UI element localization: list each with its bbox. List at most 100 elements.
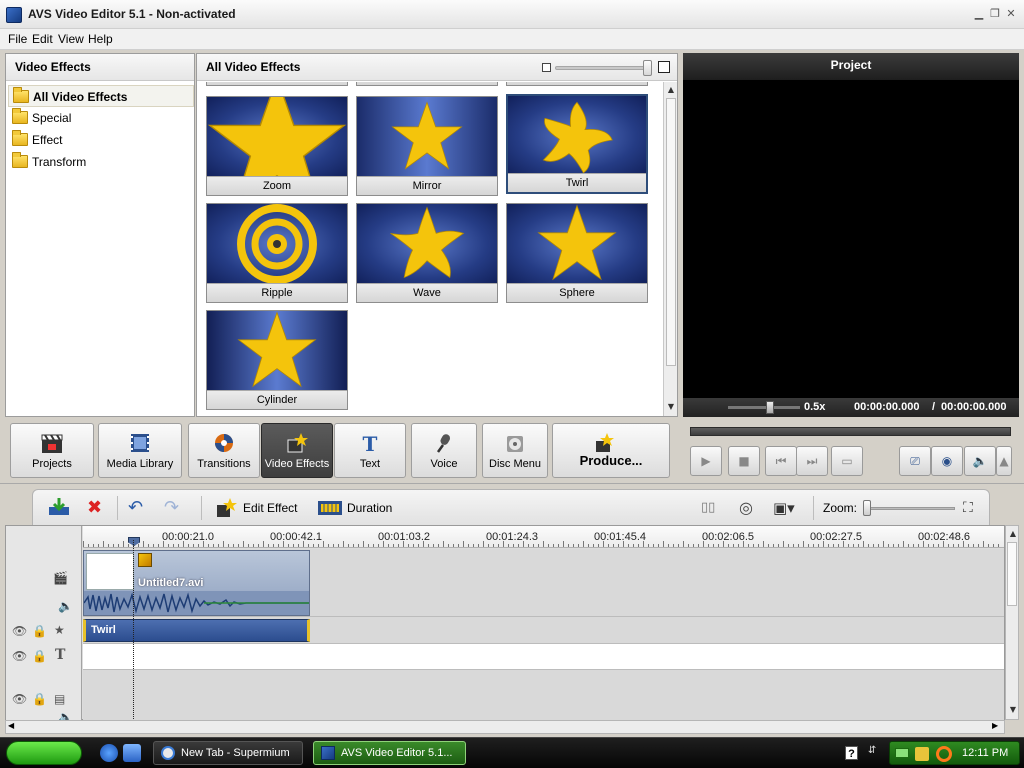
ruler-tick xyxy=(263,541,264,547)
fullscreen-icon[interactable]: ▭ xyxy=(831,446,863,476)
effect-cylinder[interactable]: Cylinder xyxy=(206,310,348,410)
voice-button[interactable]: Voice xyxy=(411,423,477,478)
menu-edit[interactable]: Edit xyxy=(32,32,53,46)
effect-mirror[interactable]: Mirror xyxy=(356,96,498,196)
effect-clip-twirl[interactable]: Twirl xyxy=(83,619,310,642)
disc-menu-button[interactable]: Disc Menu xyxy=(482,423,548,478)
timeline-vertical-scrollbar[interactable]: ▲ ▼ xyxy=(1005,525,1019,720)
speed-slider-handle[interactable] xyxy=(766,401,774,414)
eye-icon[interactable]: 👁 xyxy=(12,692,27,706)
scroll-left-icon[interactable]: ◀ xyxy=(8,721,14,730)
thumbnail-small-icon[interactable] xyxy=(542,63,551,72)
text-button[interactable]: T Text xyxy=(334,423,406,478)
ie-quicklaunch-icon[interactable] xyxy=(123,744,141,762)
effect-ripple[interactable]: Ripple xyxy=(206,203,348,303)
effects-category-panel: Video Effects All Video Effects Special … xyxy=(5,53,195,417)
import-icon[interactable] xyxy=(47,497,71,519)
play-icon[interactable]: ▶ xyxy=(690,446,722,476)
duration-button[interactable]: Duration xyxy=(317,497,392,519)
display-mode-icon[interactable]: ▣▾ xyxy=(773,497,795,519)
network-icon[interactable] xyxy=(895,748,909,758)
next-frame-icon[interactable]: ⏭ xyxy=(796,446,828,476)
lock-icon[interactable]: 🔒 xyxy=(32,692,47,706)
category-special[interactable]: Special xyxy=(8,107,194,129)
snapshot-icon[interactable]: ◉ xyxy=(931,446,963,476)
category-all-video-effects[interactable]: All Video Effects xyxy=(8,85,194,107)
edit-effect-button[interactable]: Edit Effect xyxy=(215,497,297,519)
ruler-tick xyxy=(668,544,669,547)
menu-view[interactable]: View xyxy=(58,32,84,46)
scroll-up-icon[interactable]: ▲ xyxy=(1007,528,1019,540)
effects-scrollbar[interactable]: ▲ ▼ xyxy=(663,82,677,416)
projects-button[interactable]: Projects xyxy=(10,423,94,478)
category-label: Special xyxy=(32,111,72,125)
effect-zoom[interactable]: Zoom xyxy=(206,96,348,196)
thumbnail-size-slider[interactable] xyxy=(555,66,649,70)
text-track[interactable] xyxy=(83,644,1004,670)
scroll-down-icon[interactable]: ▼ xyxy=(1007,704,1019,716)
volume-icon[interactable]: 🔈 xyxy=(964,446,996,476)
scroll-thumb[interactable] xyxy=(666,98,676,366)
timeline-zoom-handle[interactable] xyxy=(863,500,871,516)
restore-icon[interactable]: ❐ xyxy=(988,7,1002,21)
fit-to-window-icon[interactable]: ⛶ xyxy=(963,497,973,519)
ruler-tick xyxy=(553,544,554,547)
previous-frame-icon[interactable]: ⏮ xyxy=(765,446,797,476)
ruler-tick xyxy=(858,544,859,547)
delete-icon[interactable]: ✖ xyxy=(87,497,102,519)
ruler-tick xyxy=(543,541,544,547)
ruler-tick xyxy=(93,544,94,547)
effect-wave[interactable]: Wave xyxy=(356,203,498,303)
effect-sphere[interactable]: Sphere xyxy=(506,203,648,303)
lock-icon[interactable]: 🔒 xyxy=(32,624,47,638)
eye-icon[interactable]: 👁 xyxy=(12,649,27,663)
ruler-tick xyxy=(568,544,569,547)
browser-quicklaunch-icon[interactable] xyxy=(100,744,118,762)
scroll-right-icon[interactable]: ▶ xyxy=(992,721,998,730)
volume-dropdown-icon[interactable]: ▲ xyxy=(996,446,1012,476)
ruler-tick xyxy=(398,544,399,547)
scroll-thumb[interactable] xyxy=(1007,542,1017,606)
minimize-icon[interactable]: ▁ xyxy=(972,7,986,21)
lock-icon[interactable]: 🔒 xyxy=(32,649,47,663)
scroll-up-icon[interactable]: ▲ xyxy=(665,84,677,96)
taskbar-item-browser[interactable]: New Tab - Supermium xyxy=(153,741,303,765)
transitions-button[interactable]: Transitions xyxy=(188,423,260,478)
timeline-zoom-slider[interactable] xyxy=(865,507,955,510)
split-icon[interactable]: ▯▯ xyxy=(701,497,715,519)
speed-slider[interactable] xyxy=(728,406,800,409)
ruler-tick xyxy=(328,544,329,547)
playback-progress-bar[interactable] xyxy=(690,427,1011,436)
security-icon[interactable] xyxy=(915,747,929,761)
produce-button[interactable]: Produce... xyxy=(552,423,670,478)
audio-mute-icon[interactable]: 🔈 xyxy=(58,599,73,613)
eye-icon[interactable]: 👁 xyxy=(12,624,27,638)
monitor-icon[interactable]: ⎚ xyxy=(899,446,931,476)
thumbnail-large-icon[interactable] xyxy=(658,61,670,73)
category-effect[interactable]: Effect xyxy=(8,129,194,151)
menu-file[interactable]: File xyxy=(8,32,27,46)
media-library-button[interactable]: Media Library xyxy=(98,423,182,478)
effect-twirl[interactable]: Twirl xyxy=(506,94,648,194)
undo-icon[interactable]: ↶ xyxy=(128,497,143,519)
audio-track[interactable] xyxy=(83,670,1004,721)
scroll-down-icon[interactable]: ▼ xyxy=(665,401,677,413)
thumbnail-size-slider-handle[interactable] xyxy=(643,60,652,76)
menu-help[interactable]: Help xyxy=(88,32,113,46)
tray-expand-icon[interactable]: ⇵ xyxy=(868,745,880,761)
category-transform[interactable]: Transform xyxy=(8,151,194,173)
stop-icon[interactable]: ■ xyxy=(728,446,760,476)
timeline-horizontal-scrollbar[interactable]: ◀ ▶ xyxy=(5,720,1005,734)
taskbar-item-avs[interactable]: AVS Video Editor 5.1... xyxy=(313,741,466,765)
help-icon[interactable]: ? xyxy=(845,746,858,760)
redo-icon[interactable]: ↷ xyxy=(164,497,179,519)
video-effects-button[interactable]: Video Effects xyxy=(261,423,333,478)
ruler-tick xyxy=(333,544,334,547)
search-icon[interactable] xyxy=(936,746,952,762)
video-clip[interactable]: Untitled7.avi xyxy=(83,550,310,616)
close-icon[interactable]: ✕ xyxy=(1004,7,1018,21)
webcam-icon[interactable]: ◎ xyxy=(739,497,753,519)
start-button[interactable] xyxy=(6,741,82,765)
time-ruler[interactable]: 00:00:21.0 00:00:42.1 00:01:03.2 00:01:2… xyxy=(83,526,1004,548)
folder-icon xyxy=(12,152,28,168)
